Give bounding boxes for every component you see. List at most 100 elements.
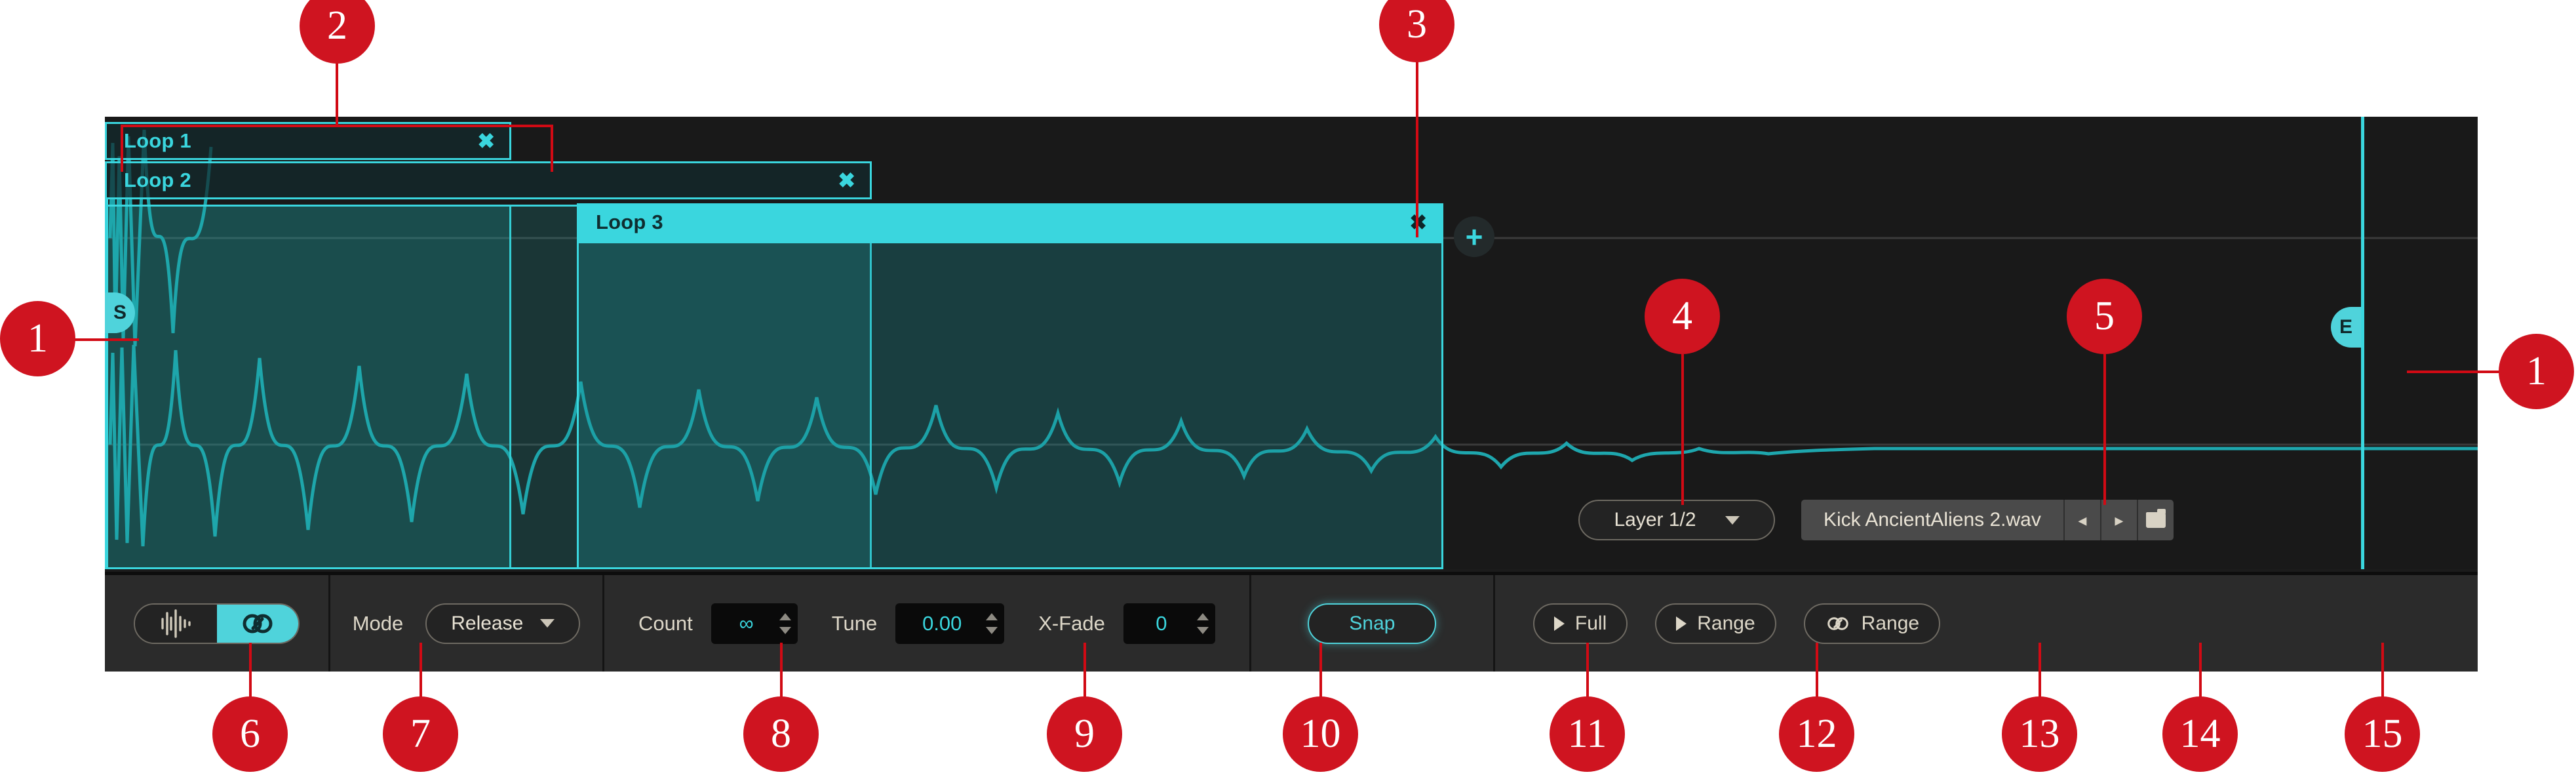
tune-label: Tune [831,611,878,635]
callout-7-number: 7 [410,712,431,756]
loop-2-close-icon[interactable]: ✖ [838,170,855,191]
callout-11: 11 [1550,696,1625,772]
callout-9: 9 [1047,696,1122,772]
play-full-button[interactable]: Full [1532,603,1628,644]
params-group: Count ∞ Tune 0.00 X-Fade 0 [604,575,1251,672]
plus-icon: + [1465,219,1483,254]
callout-6-leader [249,643,252,699]
bottom-toolbar: Mode Release Count ∞ Tune 0.00 X-Fade 0 … [105,572,2478,672]
tune-value: 0.00 [922,611,962,635]
count-value: ∞ [739,611,754,635]
callout-11-leader [1586,643,1589,699]
callout-14-number: 14 [2179,712,2221,756]
snap-label: Snap [1349,612,1395,634]
callout-12-number: 12 [1796,712,1837,756]
count-label: Count [638,611,693,635]
callout-13: 13 [2002,696,2077,772]
add-loop-button[interactable]: + [1454,216,1494,257]
callout-1b-leader [2407,371,2505,373]
waveform-icon [161,609,191,638]
layer-select-value: Layer 1/2 [1614,509,1696,531]
callout-3-number: 3 [1407,2,1427,47]
loop-2-name: Loop 2 [124,169,191,191]
folder-icon [2145,509,2166,528]
screenshot-root: Loop 1 ✖ Loop 2 ✖ Loop 3 ✖ [0,0,2576,783]
callout-13-number: 13 [2019,712,2060,756]
callout-5-leader [2103,354,2106,505]
view-mode-toggle[interactable] [134,603,300,644]
mode-select-value: Release [451,612,524,634]
loop-range-button[interactable]: Range [1803,603,1941,644]
callout-11-number: 11 [1567,712,1607,756]
xfade-field[interactable]: 0 [1123,603,1215,644]
layer-file-row: Layer 1/2 Kick AncientAliens 2.wav ◂ ▸ [1578,500,2174,540]
callout-3: 3 [1379,0,1454,62]
callout-13-leader [2039,643,2041,699]
callout-9-leader [1083,643,1086,699]
loop-3-name: Loop 3 [596,211,663,233]
callout-1: 1 [0,301,75,376]
callout-15-leader [2381,643,2384,699]
play-range-button[interactable]: Range [1655,603,1776,644]
callout-12-leader [1816,643,1818,699]
callout-6: 6 [212,696,288,772]
play-icon [1676,616,1687,631]
end-line [2361,117,2364,569]
sampler-loop-panel: Loop 1 ✖ Loop 2 ✖ Loop 3 ✖ [105,117,2478,672]
snap-group: Snap [1251,575,1495,672]
file-browser[interactable]: Kick AncientAliens 2.wav ◂ ▸ [1801,500,2174,540]
callout-5: 5 [2067,279,2142,354]
callout-3-leader [1416,60,1418,237]
file-browse-button[interactable] [2136,500,2174,540]
mode-select[interactable]: Release [425,603,581,644]
snap-button[interactable]: Snap [1308,603,1437,644]
callout-1b-number: 1 [2526,349,2547,393]
tune-stepper[interactable] [986,612,998,634]
count-field[interactable]: ∞ [711,603,798,644]
callout-7-leader [420,643,422,699]
xfade-label: X-Fade [1038,611,1105,635]
playback-group: Full Range Range [1495,575,1978,672]
callout-7: 7 [383,696,458,772]
count-stepper[interactable] [779,612,791,634]
file-next-button[interactable]: ▸ [2099,500,2137,540]
mode-label: Mode [352,611,404,635]
chevron-down-icon [1725,515,1740,525]
layer-select[interactable]: Layer 1/2 [1578,500,1775,540]
tune-field[interactable]: 0.00 [895,603,1005,644]
callout-10-leader [1319,643,1322,699]
loop-3-header[interactable]: Loop 3 ✖ [577,203,1443,241]
loop-view-button[interactable] [216,604,298,643]
callout-2: 2 [300,0,375,64]
callout-12: 12 [1779,696,1854,772]
callout-6-number: 6 [240,712,260,756]
callout-15: 15 [2345,696,2420,772]
waveform-view-button[interactable] [135,604,217,643]
callout-8: 8 [743,696,819,772]
play-full-label: Full [1574,612,1607,634]
play-range-label: Range [1697,612,1755,634]
xfade-stepper[interactable] [1196,612,1209,634]
callout-2-leader [336,63,338,126]
callout-5-number: 5 [2094,294,2115,338]
loop-region-3[interactable]: Loop 3 ✖ [577,203,1443,569]
callout-14-leader [2199,643,2202,699]
callout-4: 4 [1645,279,1720,354]
callout-10-number: 10 [1300,712,1341,756]
callout-10: 10 [1283,696,1358,772]
loop-icon [243,614,273,633]
file-prev-button[interactable]: ◂ [2063,500,2100,540]
callout-14: 14 [2162,696,2238,772]
callout-9-number: 9 [1074,712,1095,756]
callout-1-number: 1 [28,316,48,361]
callout-15-number: 15 [2362,712,2403,756]
callout-2-bracket [121,125,553,172]
callout-4-leader [1681,354,1684,505]
file-name[interactable]: Kick AncientAliens 2.wav [1801,500,2063,540]
view-toggle-group [105,575,330,672]
play-icon [1553,616,1565,631]
callout-4-number: 4 [1672,294,1692,338]
callout-1b: 1 [2499,334,2574,409]
callout-8-leader [780,643,783,699]
chevron-down-icon [540,619,555,628]
